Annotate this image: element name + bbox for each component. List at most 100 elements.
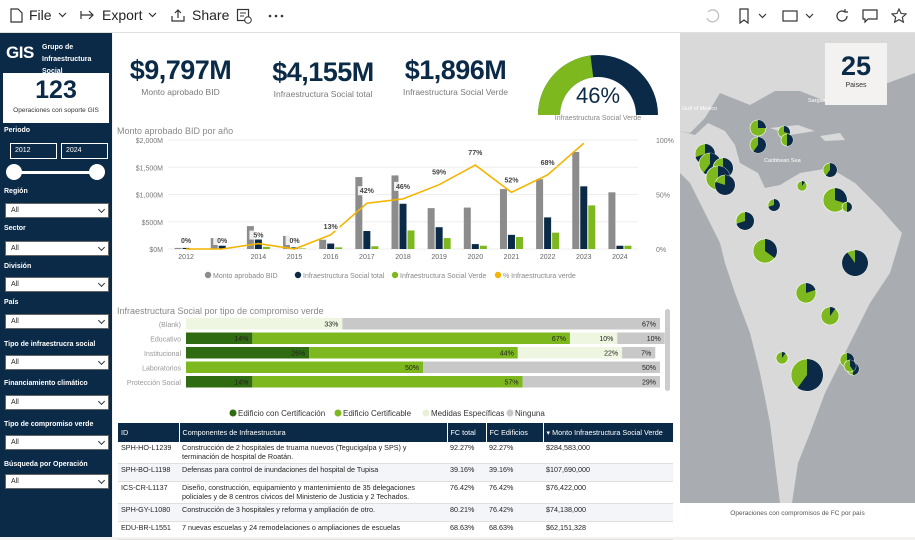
file-menu[interactable]: File <box>10 7 67 23</box>
bookmark-icon[interactable] <box>736 8 752 24</box>
view-icon[interactable] <box>782 8 798 24</box>
cell-monto: $76,422,000 <box>543 482 673 504</box>
cell-fc-edificios: 76.42% <box>486 504 543 522</box>
segment-label: 7% <box>641 351 651 358</box>
category-label: Educativo <box>150 337 181 344</box>
data-label: 0% <box>181 238 192 245</box>
pais-select[interactable]: All <box>5 314 109 329</box>
cell-id: SPH-BO-L1198 <box>118 464 179 482</box>
col-header-fc-total[interactable]: FC total <box>447 423 486 442</box>
chevron-down-icon <box>98 244 105 251</box>
kpi-infra-social-verde: $1,896M Infraestructura Social Verde <box>393 55 518 97</box>
x-tick-label: 2021 <box>504 254 520 261</box>
data-label: 0% <box>217 238 228 245</box>
period-slider-track[interactable] <box>14 171 99 174</box>
x-tick-label: 2014 <box>251 254 267 261</box>
data-label: 46% <box>396 184 411 191</box>
bar-infraestructura-social-verde <box>408 230 415 249</box>
share-button[interactable]: Share <box>170 7 229 23</box>
y-tick-label: $2,000M <box>136 138 163 145</box>
segment-label: 44% <box>500 351 514 358</box>
category-label: Laboratorios <box>142 366 181 373</box>
table-row[interactable]: SPH-HO-L1239Construcción de 2 hospitales… <box>118 442 673 464</box>
category-label: (Blank) <box>159 322 181 329</box>
busqueda-select[interactable]: All <box>5 474 109 489</box>
legend-marker <box>423 410 430 417</box>
period-slider-handle-end[interactable] <box>89 164 105 180</box>
legend-marker <box>495 272 501 278</box>
financiamiento-select[interactable]: All <box>5 395 109 410</box>
year-from-input[interactable]: 2012 <box>10 143 57 159</box>
chevron-down-icon <box>98 317 105 324</box>
chevron-down-icon <box>58 12 67 18</box>
chevron-down-icon[interactable] <box>805 13 814 19</box>
stacked-bar-chart: (Blank)33%67%Educativo14%67%10%10%Instit… <box>113 315 680 420</box>
cell-id: SPH-GY-L1080 <box>118 504 179 522</box>
undo-icon[interactable] <box>704 8 720 24</box>
comment-icon[interactable] <box>862 8 878 24</box>
table-row[interactable]: SPH-BO-L1198Defensas para control de inu… <box>118 464 673 482</box>
gauge-chart: 46% Infraestructura Social Verde <box>528 37 668 123</box>
filter-label-busqueda: Búsqueda por Operación <box>4 461 88 468</box>
sector-select[interactable]: All <box>5 241 109 256</box>
bar-monto-aprobado-bid <box>500 189 507 249</box>
data-label: 42% <box>360 188 375 195</box>
bar-monto-aprobado-bid <box>428 208 435 249</box>
filter-label-region: Región <box>4 188 28 195</box>
y2-tick-label: 100% <box>656 138 674 145</box>
x-tick-label: 2023 <box>576 254 592 261</box>
cell-fc-edificios: 76.42% <box>486 482 543 504</box>
col-header-componentes[interactable]: Componentes de Infraestructura <box>179 423 447 442</box>
legend-marker <box>507 410 514 417</box>
x-tick-label: 2019 <box>431 254 447 261</box>
cell-id: SPH-HO-L1239 <box>118 442 179 464</box>
country-bubble-share <box>758 120 766 128</box>
region-select[interactable]: All <box>5 203 109 218</box>
bar-infraestructura-social-total <box>436 227 443 249</box>
segment-edificio-certificable <box>252 376 522 388</box>
favorite-star-icon[interactable] <box>891 8 907 24</box>
cell-fc-edificios: 92.27% <box>486 442 543 464</box>
table-row[interactable]: ICS-CR-L1137Diseño, construcción, equipa… <box>118 482 673 504</box>
division-select[interactable]: All <box>5 277 109 292</box>
data-label: 52% <box>504 177 519 184</box>
bar-infraestructura-social-total <box>472 244 479 249</box>
col-header-monto[interactable]: ▾ Monto Infraestructura Social Verde <box>543 423 673 442</box>
country-bubble-share <box>847 202 852 212</box>
legend-marker <box>295 272 301 278</box>
period-slider-handle-start[interactable] <box>6 164 22 180</box>
col-header-id[interactable]: ID <box>118 423 179 442</box>
bar-infraestructura-social-verde <box>299 248 306 249</box>
cell-fc-total: 80.21% <box>447 504 486 522</box>
filter-label-tipo-infra: Tipo de infraestrucra social <box>4 341 95 348</box>
kpi-label: Infraestructura Social total <box>263 89 383 99</box>
col-header-fc-edificios[interactable]: FC Edificios <box>486 423 543 442</box>
segment-edificio-certificable <box>309 347 518 359</box>
year-to-input[interactable]: 2024 <box>61 143 108 159</box>
tipo-infra-select[interactable]: All <box>5 355 109 370</box>
chevron-down-icon <box>98 477 105 484</box>
kpi-value: $1,896M <box>393 55 518 86</box>
country-map[interactable]: Gulf of Mexico Sargasso Sea Caribbean Se… <box>680 33 915 503</box>
compromiso-select[interactable]: All <box>5 435 109 450</box>
cell-componentes: Defensas para control de inundaciones de… <box>179 464 447 482</box>
legend-label: Infraestructura Social total <box>303 273 385 280</box>
comment-add-icon[interactable] <box>236 8 252 24</box>
refresh-icon[interactable] <box>834 8 850 24</box>
more-options-icon[interactable] <box>268 8 284 24</box>
segment-label: 29% <box>642 380 656 387</box>
export-menu[interactable]: Export <box>80 7 157 23</box>
segment-label: 26% <box>291 351 305 358</box>
x-tick-label: 2015 <box>287 254 303 261</box>
segment-label: 67% <box>642 322 656 329</box>
table-row[interactable]: SPH-GY-L1080Construcción de 3 hospitales… <box>118 504 673 522</box>
data-label: 5% <box>253 233 264 240</box>
kpi-label: Infraestructura Social Verde <box>393 87 518 97</box>
map-caption: Operaciones con compromisos de FC por pa… <box>680 503 915 537</box>
chevron-down-icon[interactable] <box>758 13 767 19</box>
filter-label-pais: País <box>4 299 18 306</box>
cell-monto: $284,583,000 <box>543 442 673 464</box>
country-count-card: 25 Paises <box>825 43 887 105</box>
ops-value: 123 <box>3 76 109 105</box>
cell-id: ICS-CR-L1137 <box>118 482 179 504</box>
